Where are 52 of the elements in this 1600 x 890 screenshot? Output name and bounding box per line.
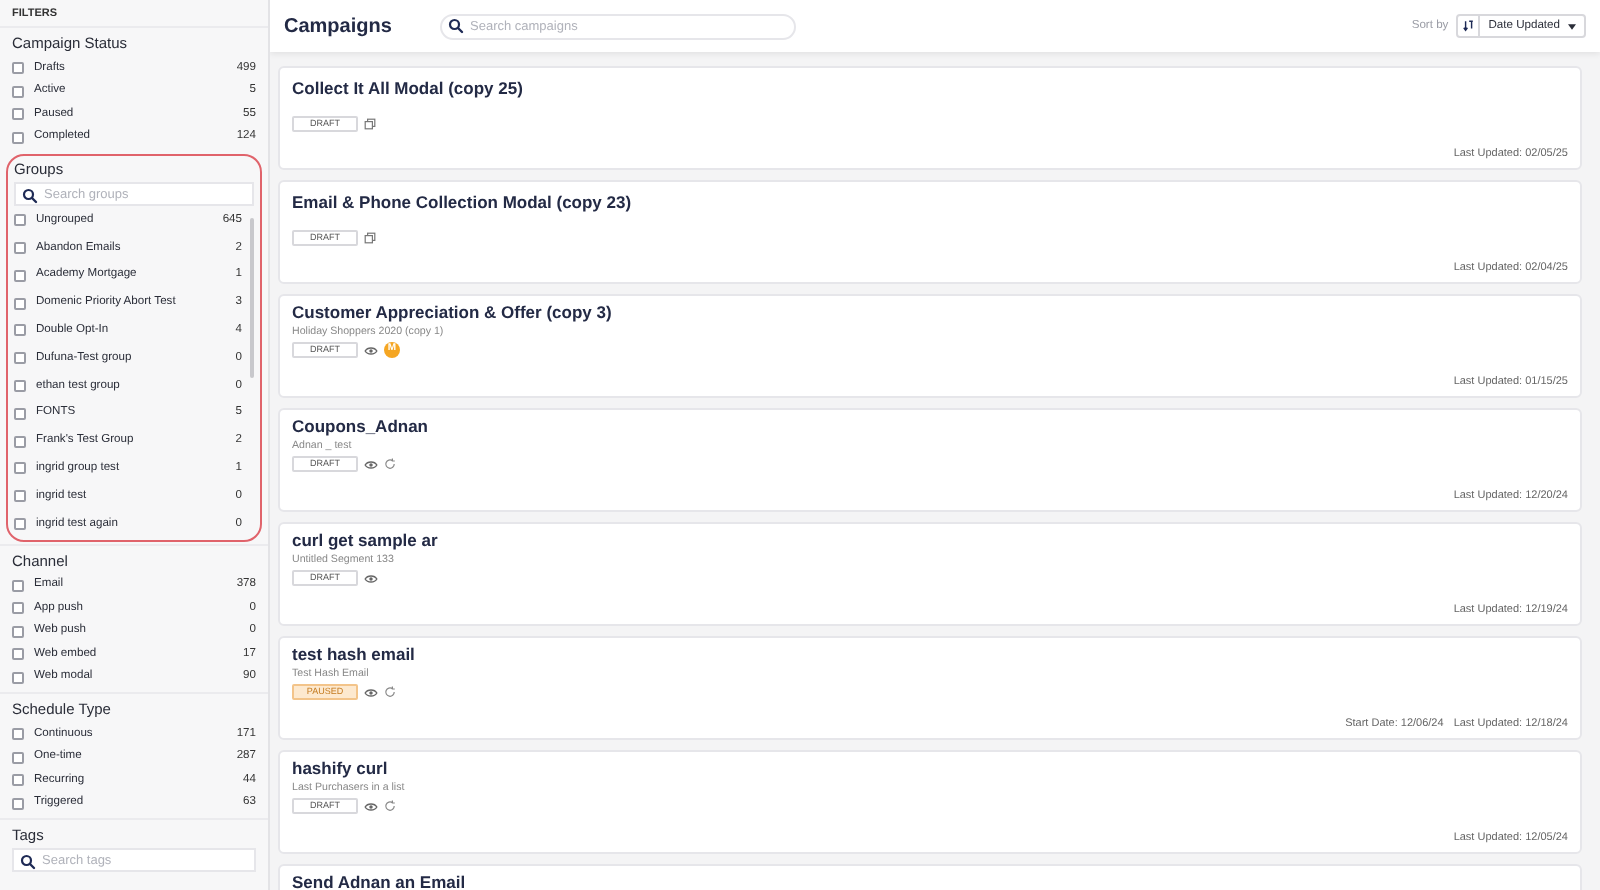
checkbox[interactable]	[14, 490, 26, 503]
search-icon	[448, 18, 464, 34]
checkbox[interactable]	[14, 435, 26, 448]
copy-icon	[364, 118, 376, 130]
checkbox[interactable]	[14, 241, 26, 254]
campaign-title: Email & Phone Collection Modal (copy 23)	[292, 192, 634, 214]
campaign-title: Send Adnan an Email	[292, 872, 468, 890]
search-icon	[20, 853, 36, 870]
checkbox[interactable]	[14, 214, 26, 227]
campaign-title: Coupons_Adnan	[292, 416, 430, 438]
sort-icon	[1462, 20, 1475, 32]
checkbox[interactable]	[12, 774, 24, 787]
sort-direction-button[interactable]	[1456, 14, 1481, 38]
campaign-title: hashify curl	[292, 758, 390, 780]
checkbox[interactable]	[12, 108, 24, 120]
checkbox[interactable]	[14, 407, 26, 420]
campaign-title: curl get sample ar	[292, 530, 440, 552]
checkbox[interactable]	[12, 797, 24, 810]
checkbox[interactable]	[12, 671, 24, 684]
checkbox[interactable]	[14, 324, 26, 337]
campaign-title: Collect It All Modal (copy 25)	[292, 78, 525, 100]
scrollbar[interactable]	[250, 218, 254, 379]
refresh-icon	[384, 686, 396, 698]
checkbox[interactable]	[12, 728, 24, 741]
checkbox[interactable]	[14, 269, 26, 282]
checkbox[interactable]	[12, 648, 24, 661]
checkbox[interactable]	[12, 62, 24, 74]
refresh-icon	[384, 800, 396, 812]
checkbox[interactable]	[12, 602, 24, 615]
caret-icon	[1568, 23, 1576, 29]
checkbox[interactable]	[12, 85, 24, 97]
eye-icon	[364, 801, 378, 811]
eye-icon	[364, 573, 378, 583]
eye-icon	[364, 687, 378, 697]
page-title: Campaigns	[284, 13, 394, 41]
checkbox[interactable]	[14, 462, 26, 475]
eye-icon	[364, 459, 378, 469]
checkbox[interactable]	[14, 379, 26, 392]
checkbox[interactable]	[12, 131, 24, 143]
checkbox[interactable]	[14, 297, 26, 310]
refresh-icon	[384, 458, 396, 470]
checkbox[interactable]	[14, 517, 26, 530]
search-icon	[22, 187, 38, 204]
eye-icon	[364, 345, 378, 355]
checkbox[interactable]	[12, 751, 24, 764]
checkbox[interactable]	[12, 625, 24, 638]
campaign-title: Customer Appreciation & Offer (copy 3)	[292, 302, 614, 324]
checkbox[interactable]	[12, 579, 24, 592]
campaign-title: test hash email	[292, 644, 417, 666]
copy-icon	[364, 232, 376, 244]
checkbox[interactable]	[14, 352, 26, 365]
campaign-card[interactable]: Send Adnan an Email	[278, 864, 1582, 890]
